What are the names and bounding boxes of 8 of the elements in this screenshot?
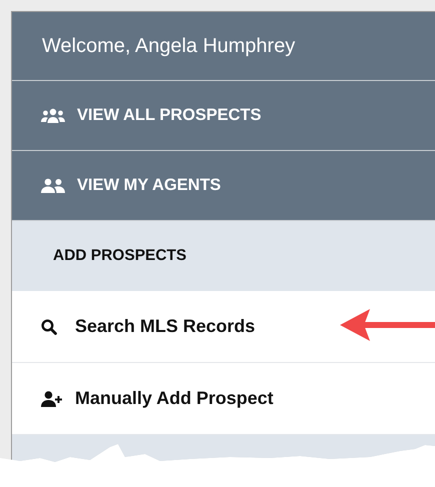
people-group-icon	[41, 108, 65, 124]
section-header: ADD PROSPECTS	[12, 221, 435, 291]
menu-item[interactable]: VIEW MY AGENTS	[12, 151, 435, 221]
search-icon	[41, 318, 57, 334]
add-user-icon	[41, 390, 63, 406]
welcome-text: Welcome, Angela Humphrey	[42, 34, 296, 58]
menu-item[interactable]: VIEW ALL PROSPECTS	[12, 81, 435, 151]
two-people-icon	[41, 178, 65, 194]
